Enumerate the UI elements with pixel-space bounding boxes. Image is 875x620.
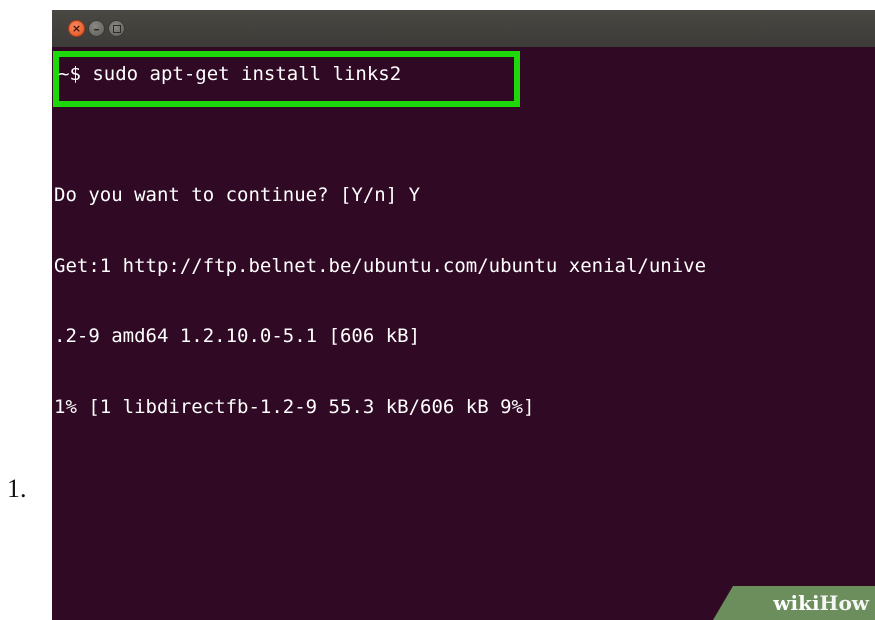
close-icon[interactable]: × (68, 20, 85, 37)
step-number: 1. (7, 474, 27, 503)
watermark-wiki: wiki (773, 591, 820, 615)
minimize-icon[interactable]: – (88, 20, 105, 37)
maximize-icon[interactable] (108, 20, 125, 37)
minimize-glyph: – (93, 21, 100, 36)
watermark-how: How (819, 591, 869, 615)
terminal-output: Do you want to continue? [Y/n] Y Get:1 h… (54, 137, 706, 466)
output-line: .2-9 amd64 1.2.10.0-5.1 [606 kB] (54, 325, 421, 347)
title-bar[interactable]: × – (52, 10, 875, 47)
maximize-square (112, 24, 121, 33)
output-line: Get:1 http://ftp.belnet.be/ubuntu.com/ub… (54, 254, 707, 277)
terminal-body[interactable]: ~$ sudo apt-get install links2 Do you wa… (52, 47, 875, 620)
output-line: Do you want to continue? [Y/n] Y (54, 184, 421, 206)
terminal-window[interactable]: × – ~$ sudo apt-get install links2 Do yo… (52, 10, 875, 620)
command-line: ~$ sudo apt-get install links2 (58, 63, 402, 85)
wikihow-watermark: wiki How (713, 586, 875, 620)
close-glyph: × (71, 22, 82, 35)
output-line: 1% [1 libdirectfb-1.2-9 55.3 kB/606 kB 9… (54, 395, 535, 418)
